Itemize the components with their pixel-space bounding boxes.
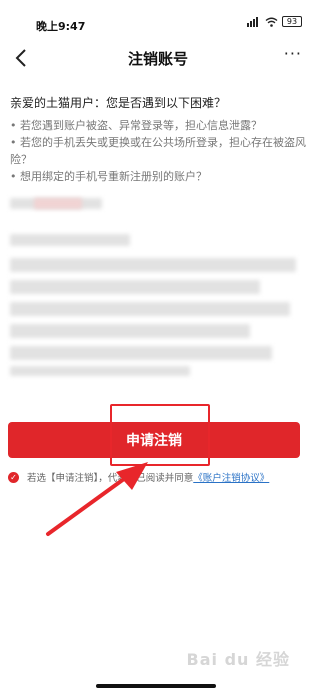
status-bar: 晚上9:47 93 [0,0,316,36]
more-options-icon[interactable]: ··· [284,44,302,63]
blurred-content [10,346,272,360]
intro-item: • 想用绑定的手机号重新注册别的账户？ [10,170,207,183]
intro-title: 亲爱的土猫用户：您是否遇到以下困难？ [10,96,227,110]
status-icons: 93 [247,16,302,27]
wifi-icon [265,17,278,27]
battery-indicator: 93 [282,16,302,27]
intro-item: • 若您遇到账户被盗、异常登录等，担心信息泄露？ [10,119,262,132]
blurred-content [10,280,260,294]
status-time: 晚上9:47 [36,20,86,33]
page-title: 注销账号 [127,50,188,68]
blurred-content [10,258,296,272]
home-indicator[interactable] [96,684,216,688]
blurred-content [10,366,190,376]
blurred-content [10,234,130,246]
intro-section: 亲爱的土猫用户：您是否遇到以下困难？ • 若您遇到账户被盗、异常登录等，担心信息… [10,94,306,185]
nav-bar: 注销账号 ··· [0,36,316,80]
blurred-content [34,198,82,209]
check-icon[interactable]: ✓ [8,471,19,483]
apply-cancellation-button[interactable]: 申请注销 [8,422,300,458]
agreement-link[interactable]: 《账户注销协议》 [193,470,269,484]
watermark-logo: Bai du 经验 [186,650,290,669]
agreement-text: 若选【申请注销】，代表您已阅读并同意 [27,473,194,484]
blurred-content [10,302,290,316]
blurred-content [10,324,250,338]
agreement-row: ✓ 若选【申请注销】，代表您已阅读并同意 《账户注销协议》 [8,470,308,484]
intro-item: • 若您的手机丢失或更换或在公共场所登录，担心存在被盗风险？ [10,136,306,166]
signal-icon [247,16,258,27]
